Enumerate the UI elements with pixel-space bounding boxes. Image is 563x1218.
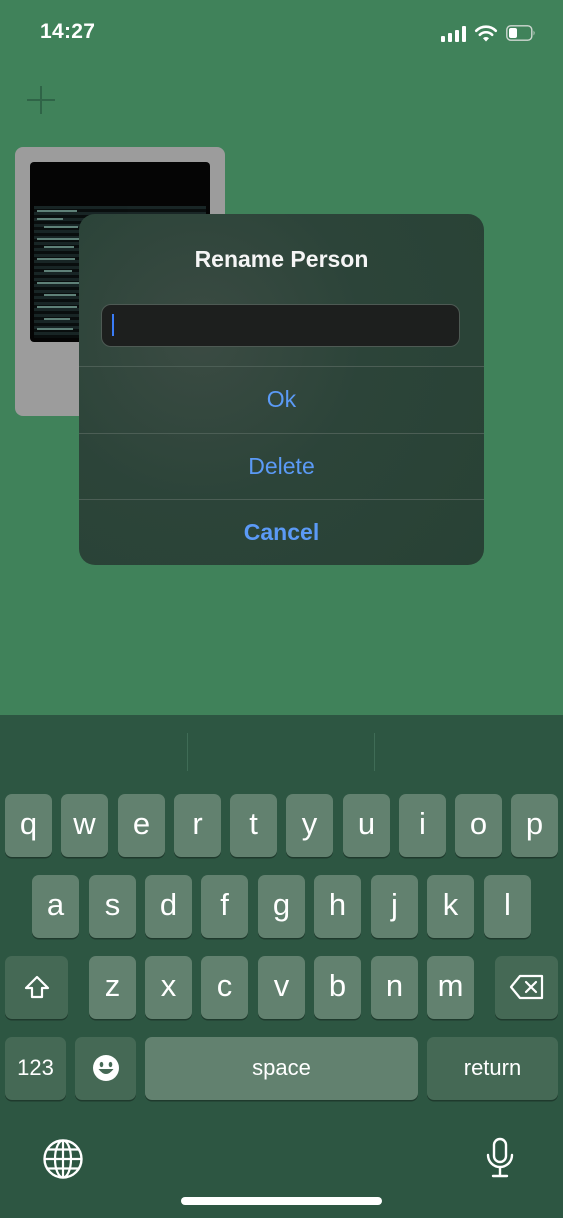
rename-dialog: Rename Person Ok Delete Cancel bbox=[79, 214, 484, 565]
delete-button[interactable]: Delete bbox=[79, 434, 484, 499]
plus-icon[interactable] bbox=[26, 85, 56, 115]
return-key[interactable]: return bbox=[427, 1037, 558, 1100]
key-x[interactable]: x bbox=[145, 956, 192, 1019]
key-f[interactable]: f bbox=[201, 875, 248, 938]
key-v[interactable]: v bbox=[258, 956, 305, 1019]
signal-icon bbox=[441, 26, 467, 42]
key-l[interactable]: l bbox=[484, 875, 531, 938]
key-c[interactable]: c bbox=[201, 956, 248, 1019]
key-o[interactable]: o bbox=[455, 794, 502, 857]
ok-button[interactable]: Ok bbox=[79, 367, 484, 432]
status-time: 14:27 bbox=[40, 20, 96, 43]
globe-icon[interactable] bbox=[42, 1138, 84, 1180]
emoji-icon bbox=[92, 1055, 119, 1081]
key-n[interactable]: n bbox=[371, 956, 418, 1019]
key-z[interactable]: z bbox=[89, 956, 136, 1019]
key-t[interactable]: t bbox=[230, 794, 277, 857]
dialog-title: Rename Person bbox=[194, 246, 369, 272]
wifi-icon bbox=[474, 25, 498, 42]
name-input[interactable] bbox=[101, 304, 460, 347]
text-cursor bbox=[112, 314, 114, 336]
shift-icon bbox=[24, 975, 49, 999]
cancel-button[interactable]: Cancel bbox=[79, 500, 484, 565]
prediction-divider bbox=[187, 733, 188, 771]
key-i[interactable]: i bbox=[399, 794, 446, 857]
key-y[interactable]: y bbox=[286, 794, 333, 857]
key-b[interactable]: b bbox=[314, 956, 361, 1019]
key-s[interactable]: s bbox=[89, 875, 136, 938]
home-indicator[interactable] bbox=[181, 1197, 382, 1205]
key-g[interactable]: g bbox=[258, 875, 305, 938]
key-w[interactable]: w bbox=[61, 794, 108, 857]
numbers-key[interactable]: 123 bbox=[5, 1037, 66, 1100]
backspace-icon bbox=[509, 974, 543, 1000]
microphone-icon[interactable] bbox=[484, 1137, 516, 1179]
key-r[interactable]: r bbox=[174, 794, 221, 857]
space-key[interactable]: space bbox=[145, 1037, 418, 1100]
key-e[interactable]: e bbox=[118, 794, 165, 857]
key-m[interactable]: m bbox=[427, 956, 474, 1019]
key-d[interactable]: d bbox=[145, 875, 192, 938]
key-h[interactable]: h bbox=[314, 875, 361, 938]
prediction-divider bbox=[374, 733, 375, 771]
battery-icon bbox=[506, 25, 535, 41]
key-p[interactable]: p bbox=[511, 794, 558, 857]
emoji-key[interactable] bbox=[75, 1037, 136, 1100]
key-q[interactable]: q bbox=[5, 794, 52, 857]
key-u[interactable]: u bbox=[343, 794, 390, 857]
shift-key[interactable] bbox=[5, 956, 68, 1019]
key-j[interactable]: j bbox=[371, 875, 418, 938]
key-k[interactable]: k bbox=[427, 875, 474, 938]
backspace-key[interactable] bbox=[495, 956, 558, 1019]
key-a[interactable]: a bbox=[32, 875, 79, 938]
